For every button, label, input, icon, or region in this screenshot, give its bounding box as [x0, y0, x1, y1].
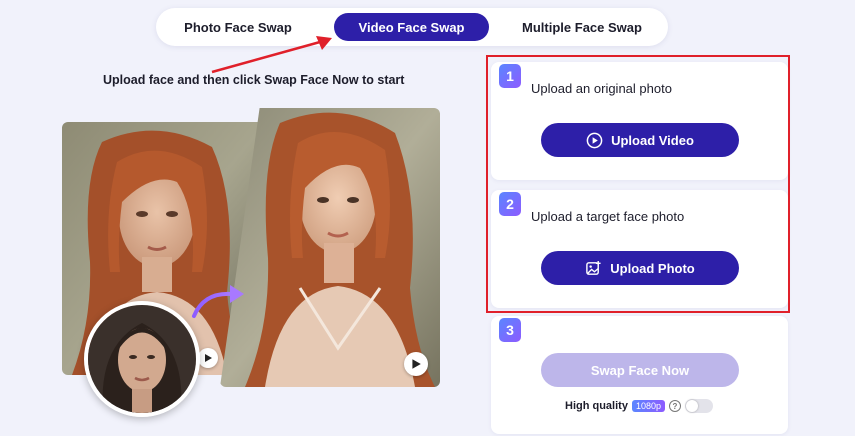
play-swapped-button[interactable]	[404, 352, 428, 376]
high-quality-toggle[interactable]	[684, 399, 713, 413]
quality-label: High quality	[565, 400, 628, 412]
quality-badge: 1080p	[631, 400, 665, 412]
annotation-arrow-icon	[211, 36, 332, 74]
swap-face-now-button[interactable]: Swap Face Now	[541, 353, 739, 387]
step-number: 3	[499, 318, 521, 342]
step-3-card: 3 Swap Face Now High quality 1080p ?	[491, 316, 788, 434]
instruction-text: Upload face and then click Swap Face Now…	[103, 73, 405, 87]
swap-arrow-icon	[192, 285, 244, 318]
play-icon	[205, 354, 212, 362]
play-icon	[412, 359, 421, 369]
tab-multiple-face-swap[interactable]: Multiple Face Swap	[498, 13, 666, 41]
high-quality-option: High quality 1080p ?	[565, 398, 713, 414]
swap-preview	[62, 108, 440, 420]
annotation-highlight-box	[486, 55, 790, 313]
help-icon[interactable]: ?	[668, 400, 681, 412]
target-face-photo	[84, 301, 200, 417]
tab-video-face-swap[interactable]: Video Face Swap	[334, 13, 489, 41]
play-original-button[interactable]	[198, 348, 218, 368]
